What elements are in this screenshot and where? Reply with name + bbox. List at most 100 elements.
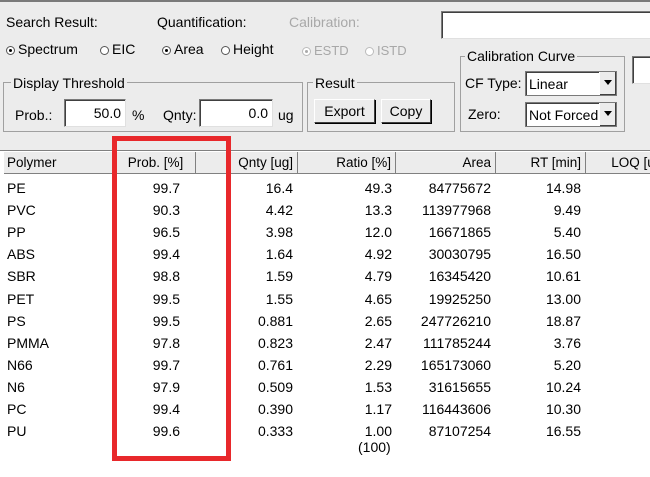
- qnty-label: Qnty:: [163, 107, 197, 123]
- area-cell: 165173060: [420, 356, 491, 373]
- rt-cell: 5.20: [553, 356, 581, 373]
- radio-spectrum[interactable]: Spectrum: [6, 41, 78, 57]
- prob-unit: %: [132, 107, 145, 123]
- zero-select[interactable]: Not Forced: [525, 102, 617, 127]
- column-header-ratio[interactable]: Ratio [%]: [298, 152, 396, 174]
- qnty-unit: ug: [278, 107, 294, 123]
- qnty-cell: 0.509: [257, 378, 293, 395]
- window-top-border: [0, 0, 650, 2]
- area-cell: 84775672: [428, 180, 491, 196]
- ratio-cell: 4.92: [364, 246, 392, 263]
- area-cell: 111785244: [423, 334, 491, 351]
- column-header-rt[interactable]: RT [min]: [496, 152, 586, 174]
- radio-disabled-icon: [302, 47, 311, 56]
- polymer-cell: PC: [7, 401, 27, 417]
- export-button[interactable]: Export: [314, 99, 375, 123]
- polymer-cell: SBR: [7, 268, 36, 285]
- qnty-cell: 3.98: [265, 224, 293, 241]
- ratio-cell: 1.00: [364, 423, 392, 440]
- radio-eic[interactable]: EIC: [100, 41, 135, 57]
- chevron-down-icon[interactable]: [599, 72, 616, 95]
- qnty-cell: 4.42: [265, 202, 293, 219]
- rt-cell: 3.76: [553, 334, 581, 351]
- polymer-cell: N6: [7, 378, 25, 395]
- ratio-cell: 2.29: [364, 356, 392, 373]
- polymer-cell: ABS: [7, 246, 36, 263]
- polymer-cell: PU: [7, 423, 27, 440]
- qnty-cell: 1.59: [265, 268, 293, 285]
- qnty-cell: 16.4: [265, 180, 293, 196]
- calibration-file-field[interactable]: [441, 11, 650, 39]
- rt-cell: 14.98: [545, 180, 581, 196]
- ratio-cell: 2.65: [364, 312, 392, 329]
- radio-area[interactable]: Area: [162, 41, 204, 57]
- ratio-cell: 4.65: [364, 290, 392, 307]
- copy-button[interactable]: Copy: [381, 99, 431, 123]
- prob-label: Prob.:: [15, 107, 53, 123]
- ratio-cell: 12.0: [364, 224, 392, 241]
- area-cell: 31615655: [428, 378, 491, 395]
- result-title: Result: [313, 75, 357, 91]
- ratio-cell: 2.47: [364, 334, 392, 351]
- ratio-cell: 1.17: [364, 401, 392, 417]
- area-cell: 116443606: [421, 401, 491, 417]
- area-cell: 16671865: [428, 224, 491, 241]
- column-header-loq[interactable]: LOQ [ug]: [586, 152, 650, 174]
- prob-threshold-input[interactable]: 50.0: [64, 99, 126, 127]
- qnty-cell: 0.333: [257, 423, 293, 440]
- radio-selected-icon: [6, 46, 15, 55]
- radio-estd: ESTD: [302, 43, 349, 58]
- radio-empty-icon: [221, 46, 230, 55]
- qnty-cell: 1.64: [265, 246, 293, 263]
- qnty-threshold-input[interactable]: 0.0: [199, 99, 273, 127]
- calibration-label: Calibration:: [289, 14, 360, 30]
- polymer-cell: PP: [7, 224, 26, 241]
- rt-cell: 13.00: [545, 290, 581, 307]
- qnty-cell: 1.55: [265, 290, 293, 307]
- polymer-cell: PE: [7, 180, 26, 196]
- calibration-curve-title: Calibration Curve: [465, 48, 578, 64]
- ratio-cell: 13.3: [364, 202, 392, 219]
- column-header-area[interactable]: Area: [396, 152, 496, 174]
- zero-label: Zero:: [468, 106, 501, 122]
- polymer-cell: PET: [7, 290, 35, 307]
- area-cell: 247726210: [420, 312, 491, 329]
- radio-selected-icon: [162, 46, 171, 55]
- ratio-cell: 49.3: [364, 180, 392, 196]
- rt-cell: 5.40: [553, 224, 581, 241]
- prob-column-highlight: [112, 136, 231, 461]
- polymer-cell: N66: [7, 356, 33, 373]
- qnty-cell: 0.761: [257, 356, 293, 373]
- rt-cell: 18.87: [545, 312, 581, 329]
- polymer-cell: PVC: [7, 202, 36, 219]
- side-field[interactable]: [632, 56, 650, 84]
- qnty-cell: 0.390: [257, 401, 293, 417]
- chevron-down-icon[interactable]: [599, 103, 616, 126]
- area-cell: 19925250: [428, 290, 491, 307]
- display-threshold-title: Display Threshold: [11, 75, 127, 91]
- rt-cell: 10.30: [545, 401, 581, 417]
- ratio-cell: 1.53: [364, 378, 392, 395]
- area-cell: 87107254: [428, 423, 491, 440]
- area-cell: 113977968: [421, 202, 491, 219]
- radio-istd: ISTD: [365, 43, 407, 58]
- qnty-cell: 0.881: [257, 312, 293, 329]
- column-header-polymer[interactable]: Polymer: [4, 152, 116, 174]
- rt-cell: 9.49: [553, 202, 581, 219]
- cf-type-select[interactable]: Linear: [525, 71, 617, 96]
- rt-cell: 10.24: [545, 378, 581, 395]
- search-result-label: Search Result:: [6, 14, 98, 30]
- radio-empty-icon: [100, 46, 109, 55]
- polymer-cell: PMMA: [7, 334, 49, 351]
- radio-height[interactable]: Height: [221, 41, 273, 57]
- polymer-cell: PS: [7, 312, 26, 329]
- qnty-cell: 0.823: [257, 334, 293, 351]
- area-cell: 16345420: [428, 268, 491, 285]
- radio-disabled-icon: [365, 47, 374, 56]
- quantification-label: Quantification:: [157, 14, 247, 30]
- area-cell: 30030795: [428, 246, 491, 263]
- rt-cell: 16.50: [545, 246, 581, 263]
- ratio-cell: 4.79: [364, 268, 392, 285]
- rt-cell: 16.55: [545, 423, 581, 440]
- rt-cell: 10.61: [545, 268, 581, 285]
